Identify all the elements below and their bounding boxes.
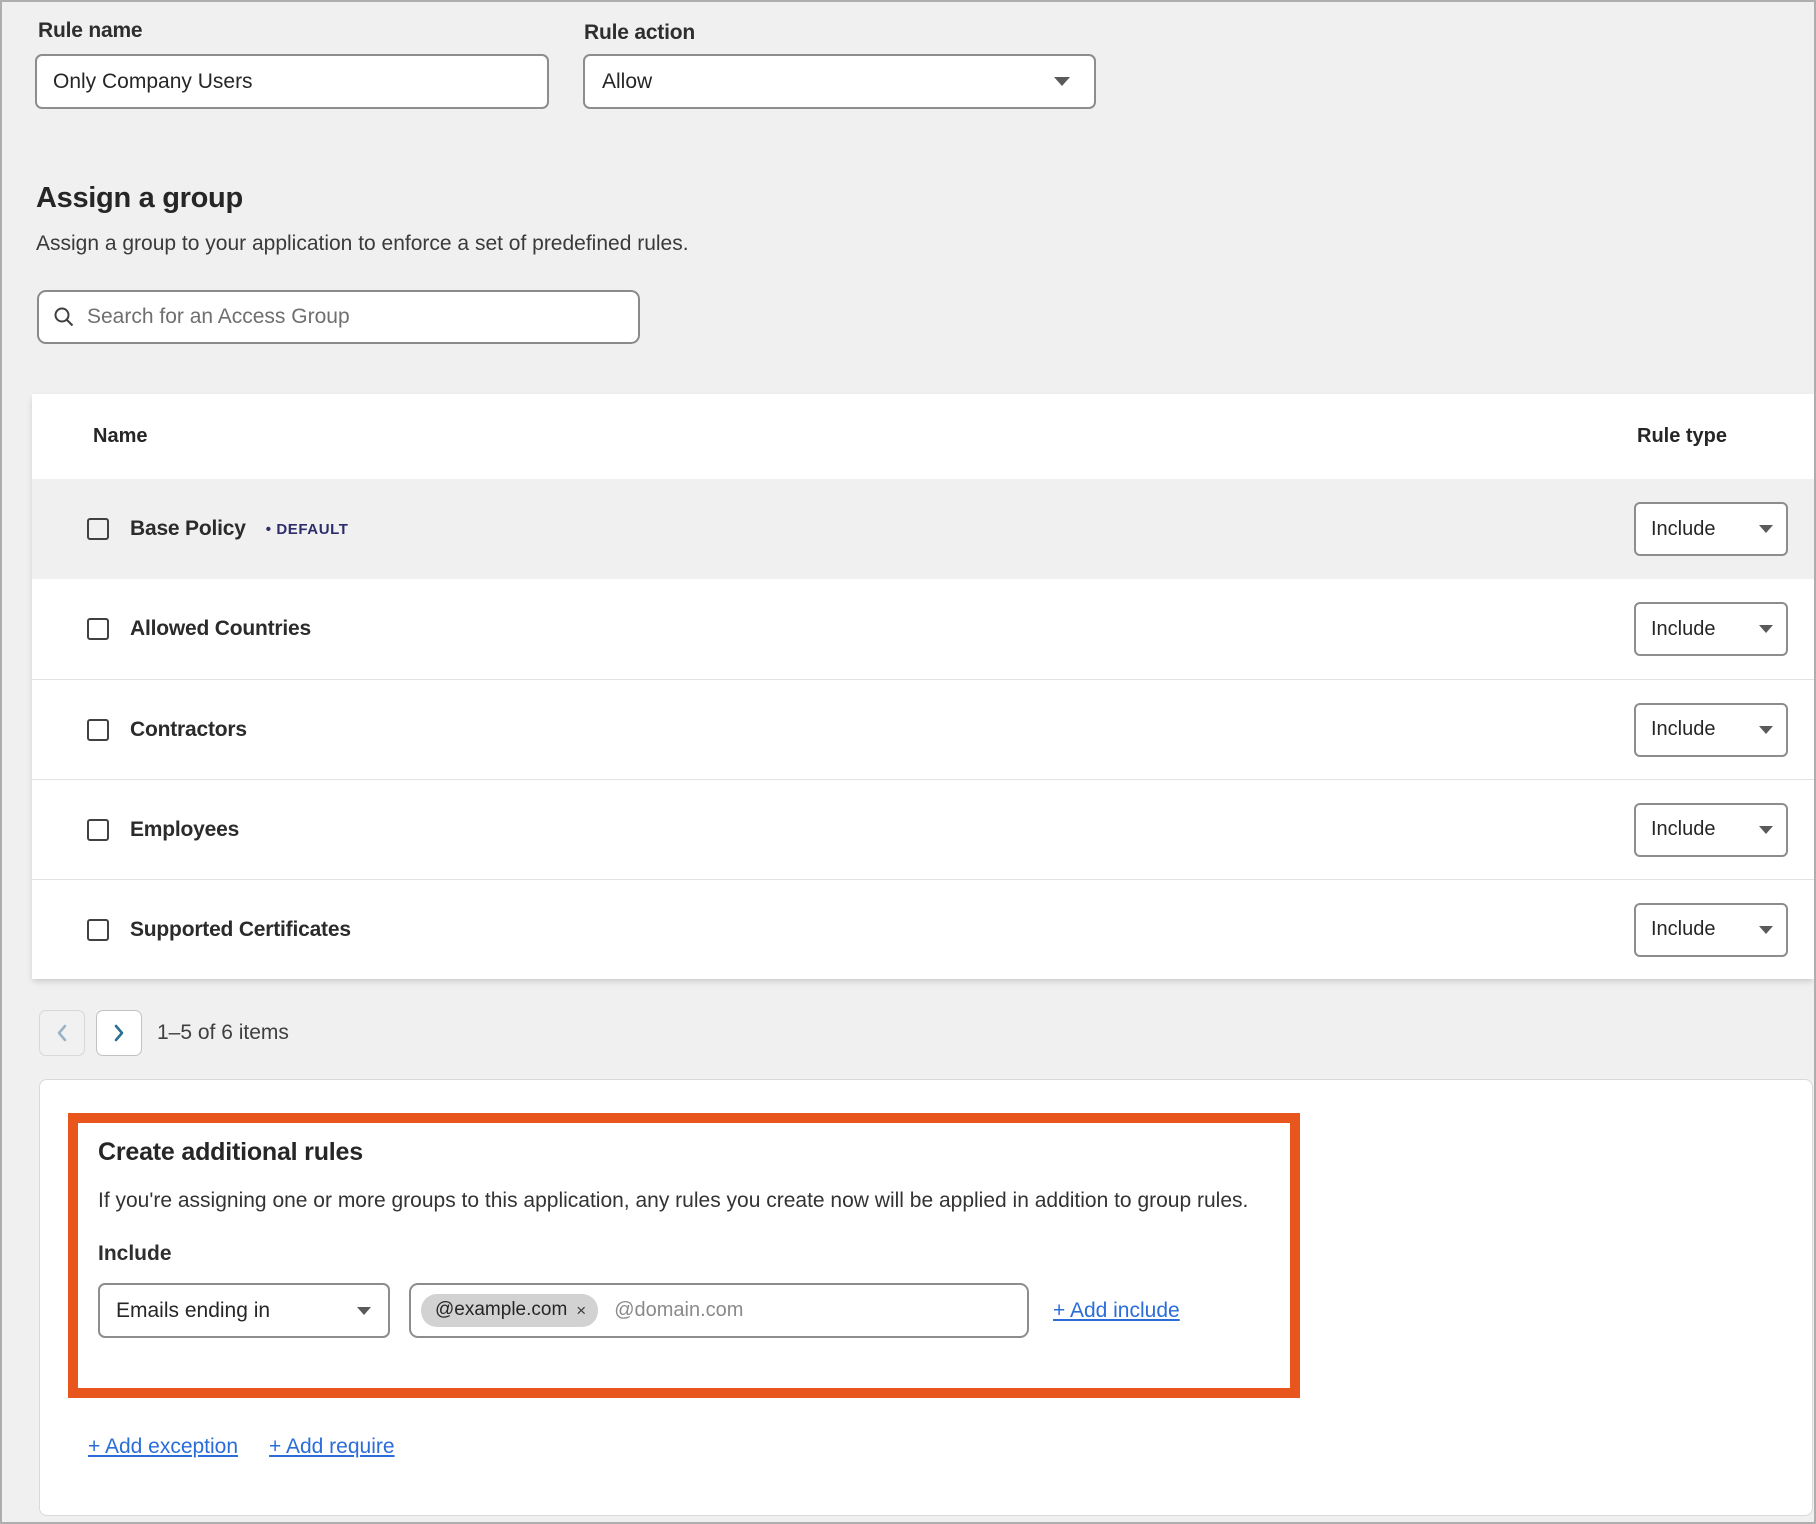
rule-type-value: Include	[1651, 718, 1716, 741]
row-name: Employees	[130, 818, 239, 842]
chevron-left-icon	[55, 1023, 69, 1043]
pagination-next-button[interactable]	[96, 1010, 142, 1056]
rule-name-label: Rule name	[38, 19, 142, 43]
rule-type-value: Include	[1651, 518, 1716, 541]
highlight-box: Create additional rules If you're assign…	[68, 1113, 1300, 1398]
chevron-down-icon	[1759, 826, 1773, 834]
email-chips-field[interactable]: @example.com ×	[409, 1283, 1029, 1338]
row-name: Allowed Countries	[130, 617, 311, 641]
row-checkbox[interactable]	[87, 819, 109, 841]
pagination: 1–5 of 6 items	[39, 1010, 289, 1056]
table-row: Supported Certificates Include	[32, 879, 1814, 979]
row-checkbox[interactable]	[87, 919, 109, 941]
additional-rules-description: If you're assigning one or more groups t…	[98, 1189, 1270, 1213]
table-row: Allowed Countries Include	[32, 579, 1814, 679]
email-input[interactable]	[614, 1299, 1017, 1322]
row-checkbox[interactable]	[87, 618, 109, 640]
search-input[interactable]	[87, 305, 624, 329]
chevron-down-icon	[1759, 525, 1773, 533]
row-checkbox[interactable]	[87, 719, 109, 741]
chevron-down-icon	[1054, 77, 1070, 86]
rule-type-select[interactable]: Include	[1634, 903, 1788, 957]
assign-group-description: Assign a group to your application to en…	[36, 232, 689, 256]
row-name: Contractors	[130, 718, 247, 742]
table-header: Name Rule type	[32, 394, 1814, 479]
add-include-link[interactable]: + Add include	[1053, 1299, 1180, 1323]
access-group-search[interactable]	[37, 290, 640, 344]
pagination-status: 1–5 of 6 items	[157, 1021, 289, 1045]
rule-type-select[interactable]: Include	[1634, 703, 1788, 757]
column-rule-type: Rule type	[1637, 425, 1727, 448]
row-name: Supported Certificates	[130, 918, 351, 942]
rule-name-input[interactable]	[35, 54, 549, 109]
rule-type-select[interactable]: Include	[1634, 502, 1788, 556]
email-chip: @example.com ×	[421, 1294, 598, 1327]
chevron-right-icon	[112, 1023, 126, 1043]
chevron-down-icon	[1759, 926, 1773, 934]
additional-rules-card: Create additional rules If you're assign…	[39, 1079, 1813, 1516]
search-icon	[53, 306, 75, 328]
chip-remove-icon[interactable]: ×	[576, 1302, 586, 1319]
row-checkbox[interactable]	[87, 518, 109, 540]
chevron-down-icon	[1759, 625, 1773, 633]
condition-value: Emails ending in	[116, 1299, 270, 1323]
rule-type-value: Include	[1651, 818, 1716, 841]
groups-table: Name Rule type Base Policy • DEFAULT Inc…	[32, 394, 1814, 979]
additional-rules-title: Create additional rules	[98, 1138, 1270, 1167]
email-chip-label: @example.com	[435, 1299, 567, 1321]
assign-group-title: Assign a group	[36, 182, 243, 215]
table-row: Contractors Include	[32, 679, 1814, 779]
rule-action-label: Rule action	[584, 21, 695, 45]
chevron-down-icon	[357, 1307, 371, 1315]
card-footer-links: + Add exception + Add require	[88, 1435, 395, 1459]
column-name: Name	[93, 425, 147, 448]
rule-action-select[interactable]: Allow	[583, 54, 1096, 109]
table-row: Employees Include	[32, 779, 1814, 879]
include-rule-controls: Emails ending in @example.com × + Add in…	[98, 1283, 1270, 1338]
add-exception-link[interactable]: + Add exception	[88, 1435, 238, 1459]
pagination-prev-button[interactable]	[39, 1010, 85, 1056]
chevron-down-icon	[1759, 726, 1773, 734]
rule-editor-page: Rule name Rule action Allow Assign a gro…	[0, 0, 1816, 1524]
rule-type-value: Include	[1651, 918, 1716, 941]
rule-action-value: Allow	[602, 70, 652, 94]
add-require-link[interactable]: + Add require	[269, 1435, 395, 1459]
rule-type-select[interactable]: Include	[1634, 803, 1788, 857]
condition-select[interactable]: Emails ending in	[98, 1283, 390, 1338]
table-row: Base Policy • DEFAULT Include	[32, 479, 1814, 579]
rule-type-select[interactable]: Include	[1634, 602, 1788, 656]
default-badge: • DEFAULT	[266, 521, 349, 538]
include-label: Include	[98, 1242, 1270, 1266]
row-name: Base Policy	[130, 517, 246, 541]
rule-type-value: Include	[1651, 618, 1716, 641]
